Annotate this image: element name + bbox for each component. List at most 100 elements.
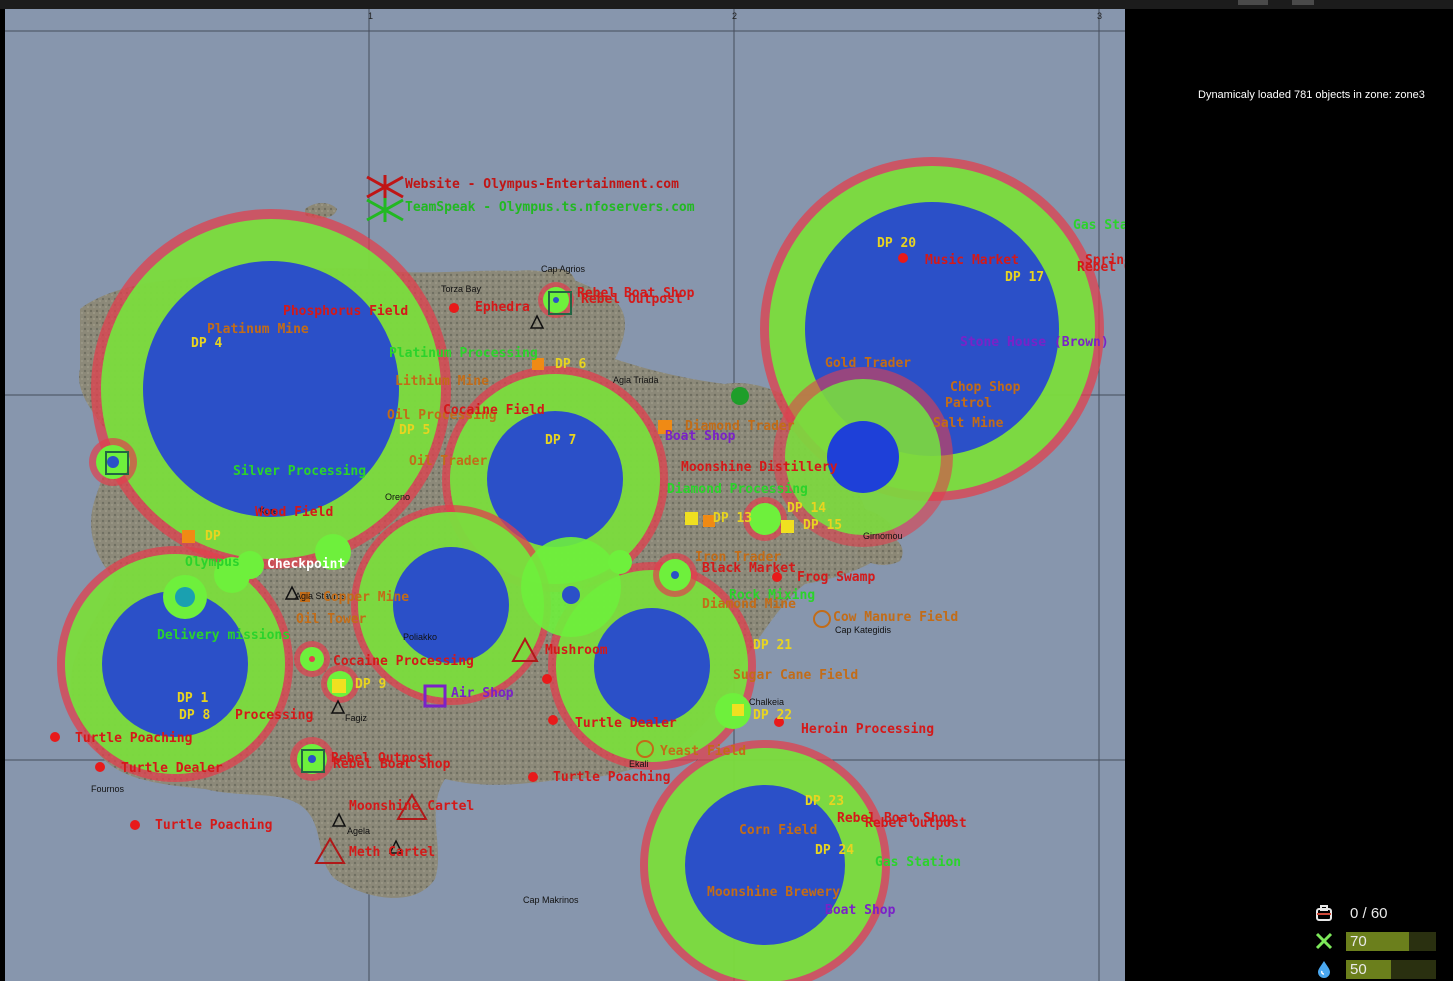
- map-marker-label[interactable]: DP 7: [545, 434, 576, 448]
- map-marker-label[interactable]: Boat Shop: [825, 904, 895, 918]
- map-marker-label[interactable]: DP 17: [1005, 271, 1044, 285]
- inventory-row: 0 / 60: [1308, 902, 1453, 924]
- place-name: Girnomou: [863, 531, 903, 541]
- map-marker-label[interactable]: Phosphorus Field: [283, 305, 408, 319]
- food-value: 70: [1350, 933, 1367, 950]
- map-marker-label[interactable]: DP 22: [753, 709, 792, 723]
- map-marker-label[interactable]: Cocaine Field: [443, 404, 545, 418]
- water-row: 50: [1308, 958, 1453, 980]
- map-marker-label[interactable]: Moonshine Distillery: [681, 461, 838, 475]
- map-marker-label[interactable]: Heroin Processing: [801, 723, 934, 737]
- map-marker-label[interactable]: Silver Processing: [233, 465, 366, 479]
- map-marker-label[interactable]: Chop Shop: [950, 381, 1020, 395]
- map-marker-label[interactable]: Moonshine Brewery: [707, 886, 840, 900]
- map-marker-label[interactable]: Mushroom: [545, 644, 608, 658]
- water-bar: 50: [1346, 960, 1436, 979]
- map-marker-label[interactable]: Turtle Poaching: [75, 732, 192, 746]
- map-marker-label[interactable]: Platinum Processing: [389, 347, 538, 361]
- map-marker-label[interactable]: Turtle Dealer: [575, 717, 677, 731]
- map-marker-label[interactable]: DP 8: [179, 709, 210, 723]
- map-marker-label[interactable]: DP: [205, 530, 221, 544]
- map-marker-label[interactable]: DP 6: [555, 358, 586, 372]
- place-name: Cap Kategidis: [835, 625, 892, 635]
- place-name: Cap Makrinos: [523, 895, 579, 905]
- food-bar: 70: [1346, 932, 1436, 951]
- toolbar-button[interactable]: [1238, 0, 1268, 5]
- top-bar: [0, 0, 1453, 9]
- place-name: Fagiz: [345, 713, 368, 723]
- food-cross-icon: [1315, 932, 1333, 950]
- map-marker-label[interactable]: Rebel Outpost: [865, 817, 967, 831]
- map-marker-label[interactable]: DP 21: [753, 639, 792, 653]
- map-marker-label[interactable]: Black Market: [702, 562, 796, 576]
- map-marker-label[interactable]: Rebel Outpost: [581, 293, 683, 307]
- map-marker-label[interactable]: DP 1: [177, 692, 208, 706]
- map-marker-label[interactable]: Diamond Mine: [702, 598, 796, 612]
- map-marker-label[interactable]: DP 24: [815, 844, 854, 858]
- place-name: Agia Triada: [613, 375, 659, 385]
- map-marker-label[interactable]: Checkpoint: [267, 558, 345, 572]
- map-marker-label[interactable]: Ephedra: [475, 301, 530, 315]
- player-hud: 0 / 60 70 50: [1308, 900, 1453, 981]
- place-name: Ekali: [629, 759, 649, 769]
- map-marker-label[interactable]: Wood Field: [255, 506, 333, 520]
- grid-label: 1: [368, 11, 374, 21]
- place-name: Poliakko: [403, 632, 438, 642]
- map-marker-label[interactable]: Corn Field: [739, 824, 817, 838]
- map-marker-label[interactable]: Olympus: [185, 556, 240, 570]
- map-marker-label[interactable]: Cocaine Processing: [333, 655, 474, 669]
- map-marker-label[interactable]: Turtle Dealer: [121, 762, 223, 776]
- water-value: 50: [1350, 961, 1367, 978]
- place-name: Chalkeia: [749, 697, 785, 707]
- map-marker-label[interactable]: Air Shop: [451, 687, 514, 701]
- map-marker-label[interactable]: Turtle Poaching: [155, 819, 272, 833]
- map-marker-label[interactable]: DP 23: [805, 795, 844, 809]
- compass-icon[interactable]: [1292, 0, 1314, 5]
- map-marker-label[interactable]: Platinum Mine: [207, 323, 309, 337]
- inventory-weight: 0 / 60: [1350, 905, 1388, 922]
- map-marker-label[interactable]: Copper Mine: [323, 591, 409, 605]
- map-marker-label[interactable]: Oil Trader: [409, 455, 487, 469]
- map-marker-label[interactable]: DP 9: [355, 678, 386, 692]
- map-marker-label[interactable]: Music Market: [925, 254, 1019, 268]
- map-marker-label[interactable]: Lithium Mine: [395, 375, 489, 389]
- map-marker-label[interactable]: DP 20: [877, 237, 916, 251]
- food-row: 70: [1308, 930, 1453, 952]
- grid-label: 3: [1097, 11, 1103, 21]
- map-marker-label[interactable]: Meth Cartel: [349, 846, 435, 860]
- map-marker-label[interactable]: Frog Swamp: [797, 571, 875, 585]
- map-marker-label[interactable]: Yeast Field: [660, 745, 746, 759]
- map-marker-label[interactable]: Processing: [235, 709, 313, 723]
- zone-loaded-message: Dynamicaly loaded 781 objects in zone: z…: [1198, 89, 1425, 101]
- map-marker-label[interactable]: Website - Olympus-Entertainment.com: [405, 178, 679, 192]
- map-marker-label[interactable]: Diamond Processing: [667, 483, 808, 497]
- map-marker-label[interactable]: Stone House (Brown): [960, 336, 1109, 350]
- map-marker-label[interactable]: Cow Manure Field: [833, 611, 958, 625]
- map-marker-label[interactable]: Oil Tower: [296, 613, 366, 627]
- map-marker-label[interactable]: Delivery missions: [157, 629, 290, 643]
- map-marker-label[interactable]: Gas Station: [1073, 219, 1125, 233]
- place-name: Fournos: [91, 784, 125, 794]
- map-marker-label[interactable]: DP 13: [713, 512, 752, 526]
- map-marker-label[interactable]: Sugar Cane Field: [733, 669, 858, 683]
- map-marker-label[interactable]: Turtle Poaching: [553, 771, 670, 785]
- grid-label: 2: [732, 11, 738, 21]
- map-marker-label[interactable]: TeamSpeak - Olympus.ts.nfoservers.com: [405, 201, 695, 215]
- map-marker-label[interactable]: DP 14: [787, 502, 826, 516]
- place-name: Oreno: [385, 492, 411, 502]
- map-marker-label[interactable]: DP 4: [191, 337, 222, 351]
- map-marker-label[interactable]: DP 15: [803, 519, 842, 533]
- map-marker-label[interactable]: Rebel Boat Shop: [333, 758, 450, 772]
- map-marker-label[interactable]: Rebel Outpost: [1077, 261, 1125, 275]
- water-drop-icon: [1318, 961, 1330, 978]
- map-marker-label[interactable]: Gas Station: [875, 856, 961, 870]
- place-name: Torza Bay: [441, 284, 482, 294]
- map-panel[interactable]: 1 2 3 Cap Agrios Agia Triada Oreno Kore Agia St…: [5, 9, 1125, 981]
- map-marker-label[interactable]: Salt Mine: [933, 417, 1003, 431]
- map-marker-label[interactable]: DP 5: [399, 424, 430, 438]
- place-name: Cap Agrios: [541, 264, 586, 274]
- map-marker-label[interactable]: Gold Trader: [825, 357, 911, 371]
- map-marker-label[interactable]: Patrol: [945, 397, 992, 411]
- map-marker-label[interactable]: Moonshine Cartel: [349, 800, 474, 814]
- map-marker-label[interactable]: Boat Shop: [665, 430, 735, 444]
